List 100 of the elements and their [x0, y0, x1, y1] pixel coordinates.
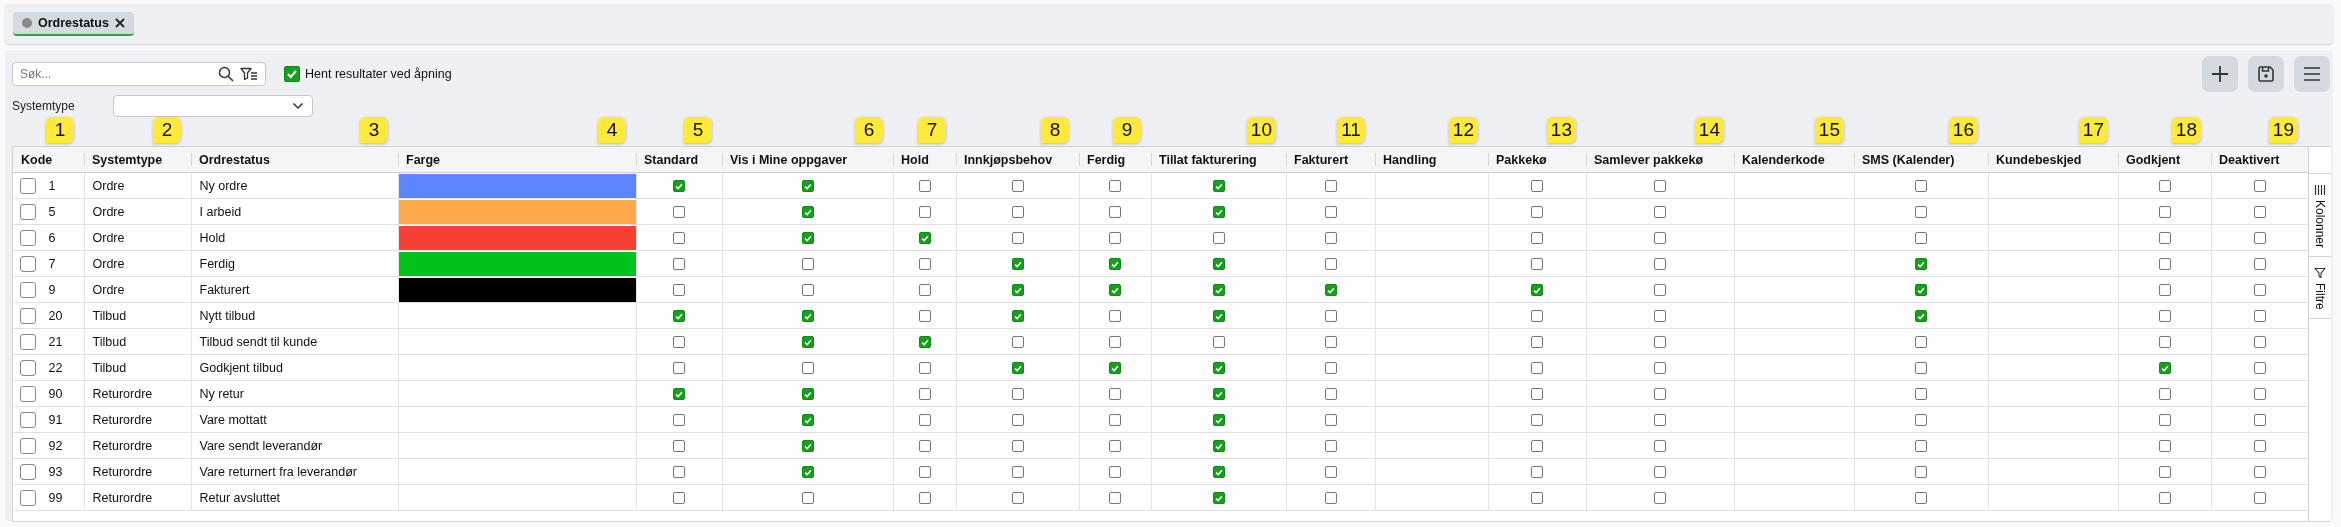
checkbox[interactable]: [1212, 466, 1225, 479]
checkbox[interactable]: [1654, 284, 1666, 297]
checkbox[interactable]: [1011, 206, 1024, 219]
checkbox[interactable]: [1654, 310, 1666, 323]
checkbox[interactable]: [1212, 232, 1225, 245]
checkbox[interactable]: [2158, 258, 2171, 271]
row-checkbox[interactable]: [20, 307, 36, 324]
checkbox[interactable]: [673, 414, 685, 427]
column-header[interactable]: Kalenderkode: [1742, 152, 1825, 167]
checkbox[interactable]: [673, 310, 685, 323]
checkbox[interactable]: [1324, 336, 1337, 349]
checkbox[interactable]: [1324, 388, 1337, 401]
column-header[interactable]: Hold: [901, 152, 929, 167]
checkbox[interactable]: [1915, 284, 1927, 297]
checkbox[interactable]: [1915, 232, 1927, 245]
checkbox[interactable]: [2158, 362, 2171, 375]
checkbox[interactable]: [918, 492, 931, 505]
row-checkbox[interactable]: [20, 229, 36, 246]
checkbox[interactable]: [2253, 440, 2266, 453]
checkbox[interactable]: [2158, 336, 2171, 349]
checkbox[interactable]: [1011, 180, 1024, 193]
checkbox[interactable]: [2253, 414, 2266, 427]
checkbox[interactable]: [1212, 180, 1225, 193]
checkbox[interactable]: [1324, 362, 1337, 375]
checkbox[interactable]: [918, 180, 931, 193]
checkbox[interactable]: [1531, 310, 1543, 323]
checkbox[interactable]: [1324, 440, 1337, 453]
checkbox[interactable]: [673, 180, 685, 193]
checkbox[interactable]: [2253, 232, 2266, 245]
checkbox[interactable]: [1109, 180, 1121, 193]
checkbox[interactable]: [673, 206, 685, 219]
checkbox[interactable]: [1109, 232, 1121, 245]
checkbox[interactable]: [1531, 440, 1543, 453]
checkbox[interactable]: [1324, 466, 1337, 479]
checkbox[interactable]: [1212, 492, 1225, 505]
checkbox[interactable]: [1324, 310, 1337, 323]
column-header[interactable]: Kode: [21, 152, 53, 167]
checkbox[interactable]: [801, 466, 814, 479]
column-header[interactable]: SMS (Kalender): [1862, 152, 1955, 167]
checkbox[interactable]: [1654, 466, 1666, 479]
checkbox[interactable]: [801, 362, 814, 375]
checkbox[interactable]: [1915, 492, 1927, 505]
checkbox[interactable]: [918, 336, 931, 349]
row-checkbox[interactable]: [20, 437, 36, 454]
checkbox[interactable]: [801, 336, 814, 349]
checkbox[interactable]: [1531, 258, 1543, 271]
checkbox[interactable]: [1531, 388, 1543, 401]
checkbox[interactable]: [801, 284, 814, 297]
checkbox[interactable]: [1212, 362, 1225, 375]
checkbox[interactable]: [1915, 440, 1927, 453]
checkbox[interactable]: [2158, 206, 2171, 219]
checkbox[interactable]: [1531, 232, 1543, 245]
checkbox[interactable]: [2253, 310, 2266, 323]
checkbox[interactable]: [1531, 336, 1543, 349]
checkbox[interactable]: [1654, 388, 1666, 401]
checkbox[interactable]: [801, 180, 814, 193]
checkbox[interactable]: [673, 284, 685, 297]
checkbox[interactable]: [801, 206, 814, 219]
checkbox[interactable]: [1212, 258, 1225, 271]
column-header[interactable]: Pakkekø: [1496, 152, 1547, 167]
row-checkbox[interactable]: [20, 281, 36, 298]
checkbox[interactable]: [1654, 414, 1666, 427]
close-icon[interactable]: [114, 18, 125, 28]
checkbox[interactable]: [801, 232, 814, 245]
checkbox[interactable]: [1212, 414, 1225, 427]
checkbox[interactable]: [1109, 362, 1121, 375]
checkbox[interactable]: [673, 466, 685, 479]
checkbox[interactable]: [1915, 388, 1927, 401]
checkbox[interactable]: [1109, 440, 1121, 453]
checkbox[interactable]: [1011, 362, 1024, 375]
checkbox[interactable]: [2158, 414, 2171, 427]
checkbox[interactable]: [2158, 388, 2171, 401]
checkbox[interactable]: [673, 232, 685, 245]
checkbox[interactable]: [2253, 206, 2266, 219]
checkbox[interactable]: [1109, 466, 1121, 479]
checkbox[interactable]: [1212, 310, 1225, 323]
checkbox[interactable]: [1531, 362, 1543, 375]
checkbox[interactable]: [1011, 388, 1024, 401]
checkbox[interactable]: [1324, 284, 1337, 297]
column-header[interactable]: Ordrestatus: [199, 152, 270, 167]
checkbox[interactable]: [1109, 492, 1121, 505]
row-checkbox[interactable]: [20, 177, 36, 194]
tab[interactable]: Ordrestatus: [13, 12, 134, 36]
checkbox[interactable]: [1915, 362, 1927, 375]
row-checkbox[interactable]: [20, 411, 36, 428]
column-header[interactable]: Tillat fakturering: [1159, 152, 1257, 167]
row-checkbox[interactable]: [20, 385, 36, 402]
checkbox[interactable]: [1654, 336, 1666, 349]
column-header[interactable]: Kundebeskjed: [1996, 152, 2082, 167]
checkbox[interactable]: [918, 206, 931, 219]
checkbox[interactable]: [2253, 362, 2266, 375]
menu-button[interactable]: [2294, 56, 2330, 92]
checkbox[interactable]: [673, 492, 685, 505]
checkbox[interactable]: [2253, 492, 2266, 505]
checkbox[interactable]: [918, 258, 931, 271]
checkbox[interactable]: [918, 414, 931, 427]
column-header[interactable]: Farge: [406, 152, 441, 167]
checkbox[interactable]: [2253, 388, 2266, 401]
checkbox[interactable]: [1011, 284, 1024, 297]
checkbox[interactable]: [1011, 492, 1024, 505]
